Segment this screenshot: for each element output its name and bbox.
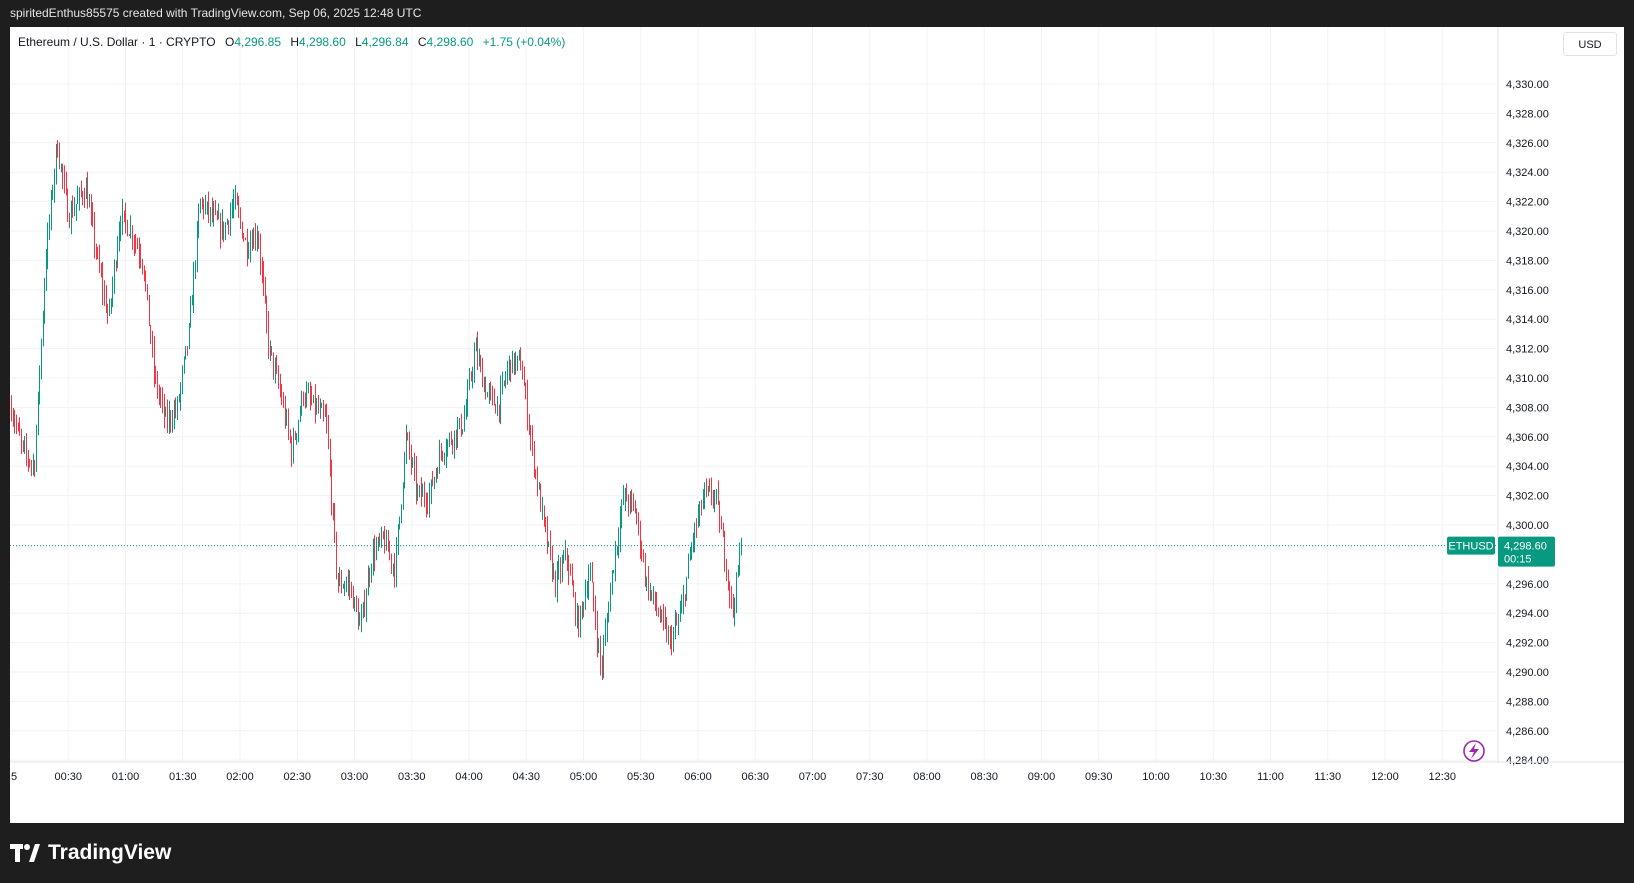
x-tick-label: 11:00 bbox=[1257, 771, 1284, 783]
x-tick-label: 02:30 bbox=[283, 771, 311, 783]
y-tick-label: 4,328.00 bbox=[1506, 108, 1549, 120]
x-tick-label: 03:00 bbox=[341, 771, 369, 783]
x-tick-label: 00:30 bbox=[54, 771, 82, 783]
y-tick-label: 4,290.00 bbox=[1506, 667, 1549, 679]
x-tick-label: 07:30 bbox=[856, 771, 884, 783]
legend-change: +1.75 (+0.04%) bbox=[482, 35, 566, 49]
x-tick-label: 10:00 bbox=[1142, 771, 1170, 783]
price-tag-price: 4,298.60 bbox=[1504, 541, 1547, 553]
price-tag-countdown: 00:15 bbox=[1504, 554, 1532, 566]
y-tick-label: 4,330.00 bbox=[1506, 79, 1549, 91]
x-tick-label: 09:30 bbox=[1085, 771, 1113, 783]
x-tick-label: 06:00 bbox=[684, 771, 712, 783]
price-chart[interactable]: 4,330.00 4,328.00 4,326.00 4,324.00 4,322.00… bbox=[0, 0, 1634, 883]
legend-close-label: C bbox=[417, 35, 427, 49]
y-tick-label: 4,308.00 bbox=[1506, 402, 1549, 414]
x-tick-label: 05:30 bbox=[627, 771, 655, 783]
x-tick-label: 03:30 bbox=[398, 771, 426, 783]
y-tick-label: 4,302.00 bbox=[1506, 491, 1549, 503]
legend-high-label: H bbox=[290, 35, 300, 49]
currency-button[interactable]: USD bbox=[1563, 32, 1617, 56]
y-tick-label: 4,288.00 bbox=[1506, 696, 1549, 708]
y-tick-label: 4,320.00 bbox=[1506, 226, 1549, 238]
lightning-icon-bolt bbox=[1469, 743, 1479, 759]
price-tag-symbol: ETHUSD bbox=[1448, 541, 1493, 553]
x-tick-label: 04:00 bbox=[455, 771, 483, 783]
x-tick-label: 12:00 bbox=[1371, 771, 1399, 783]
y-tick-label: 4,322.00 bbox=[1506, 197, 1549, 209]
legend-high: 4,298.60 bbox=[299, 35, 346, 49]
x-tick-label: 5 bbox=[11, 771, 17, 783]
y-tick-label: 4,318.00 bbox=[1506, 255, 1549, 267]
x-tick-label: 02:00 bbox=[226, 771, 254, 783]
legend-close: 4,298.60 bbox=[426, 35, 474, 49]
x-tick-label: 08:30 bbox=[970, 771, 998, 783]
x-tick-label: 09:00 bbox=[1028, 771, 1056, 783]
y-tick-label: 4,294.00 bbox=[1506, 608, 1549, 620]
x-tick-label: 12:30 bbox=[1428, 771, 1456, 783]
legend-symbol: Ethereum / U.S. Dollar · 1 · CRYPTO bbox=[18, 35, 216, 49]
x-tick-label: 04:30 bbox=[512, 771, 540, 783]
y-tick-label: 4,310.00 bbox=[1506, 373, 1549, 385]
x-tick-label: 06:30 bbox=[741, 771, 769, 783]
x-tick-label: 01:00 bbox=[112, 771, 140, 783]
symbol-legend: Ethereum / U.S. Dollar · 1 · CRYPTO O4,2… bbox=[18, 35, 565, 49]
legend-open-label: O bbox=[224, 35, 235, 49]
y-tick-label: 4,304.00 bbox=[1506, 461, 1549, 473]
x-tick-label: 05:00 bbox=[570, 771, 598, 783]
y-tick-label: 4,300.00 bbox=[1506, 520, 1549, 532]
y-tick-label: 4,314.00 bbox=[1506, 314, 1549, 326]
y-tick-label: 4,284.00 bbox=[1506, 755, 1549, 767]
x-tick-label: 10:30 bbox=[1199, 771, 1227, 783]
y-tick-label: 4,326.00 bbox=[1506, 138, 1549, 150]
x-tick-label: 08:00 bbox=[913, 771, 941, 783]
y-tick-label: 4,292.00 bbox=[1506, 638, 1549, 650]
y-tick-label: 4,324.00 bbox=[1506, 167, 1549, 179]
y-tick-label: 4,312.00 bbox=[1506, 344, 1549, 356]
y-tick-label: 4,306.00 bbox=[1506, 432, 1549, 444]
x-tick-label: 07:00 bbox=[799, 771, 827, 783]
y-tick-label: 4,286.00 bbox=[1506, 726, 1549, 738]
legend-low: 4,296.84 bbox=[361, 35, 409, 49]
y-tick-label: 4,296.00 bbox=[1506, 579, 1549, 591]
x-tick-label: 11:30 bbox=[1314, 771, 1341, 783]
y-tick-label: 4,316.00 bbox=[1506, 285, 1549, 297]
x-tick-label: 01:30 bbox=[169, 771, 197, 783]
legend-open: 4,296.85 bbox=[234, 35, 282, 49]
legend-low-label: L bbox=[355, 35, 362, 49]
